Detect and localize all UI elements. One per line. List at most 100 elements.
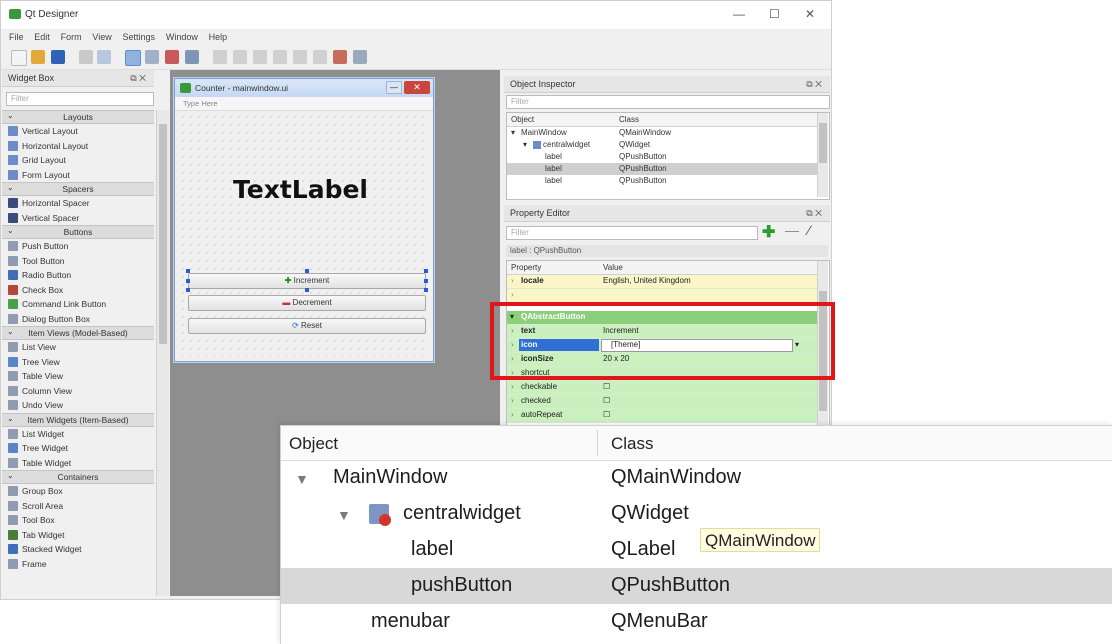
- copy-icon[interactable]: [79, 50, 93, 64]
- selection-handle[interactable]: [186, 279, 190, 283]
- property-editor-filter-input[interactable]: Filter: [506, 226, 758, 240]
- configure-wrench-icon[interactable]: ⁄: [808, 222, 810, 238]
- selection-handle[interactable]: [305, 269, 309, 273]
- col-class-header[interactable]: Class: [619, 115, 639, 124]
- property-row[interactable]: › autoRepeat ☐: [507, 409, 817, 423]
- form-minimize-button[interactable]: —: [386, 81, 402, 94]
- widget-category[interactable]: ⌄ Item Widgets (Item-Based): [2, 412, 154, 427]
- property-row[interactable]: ›: [507, 289, 817, 303]
- widget-item[interactable]: Column View: [2, 384, 154, 399]
- tree-row[interactable]: label QPushButton: [507, 163, 817, 175]
- widget-item[interactable]: Vertical Spacer: [2, 211, 154, 226]
- property-value[interactable]: ☐: [603, 382, 610, 391]
- break-layout-icon[interactable]: [333, 50, 347, 64]
- tree-row[interactable]: label QPushButton: [507, 175, 817, 187]
- property-row[interactable]: › checkable ☐: [507, 381, 817, 395]
- col-value-header[interactable]: Value: [603, 263, 623, 272]
- expand-arrow-icon[interactable]: ›: [511, 410, 514, 419]
- expand-arrow-icon[interactable]: ›: [511, 382, 514, 391]
- selection-handle[interactable]: [424, 279, 428, 283]
- remove-dynamic-property-icon[interactable]: —: [785, 222, 799, 238]
- decrement-button[interactable]: ▬ Decrement: [188, 295, 426, 311]
- widget-item[interactable]: Scroll Area: [2, 499, 154, 514]
- object-inspector-filter-input[interactable]: Filter: [506, 95, 830, 109]
- property-value[interactable]: English, United Kingdom: [603, 276, 691, 285]
- widget-item[interactable]: Frame: [2, 557, 154, 572]
- tree-row[interactable]: ▾ centralwidget QWidget: [507, 139, 817, 151]
- col-object-header[interactable]: Object: [511, 115, 534, 124]
- widget-item[interactable]: List View: [2, 340, 154, 355]
- reset-button[interactable]: ⟳ Reset: [188, 318, 426, 334]
- edit-signals-icon[interactable]: [145, 50, 159, 64]
- widget-item[interactable]: Command Link Button: [2, 297, 154, 312]
- expand-arrow-icon[interactable]: ›: [511, 276, 514, 285]
- selection-handle[interactable]: [424, 288, 428, 292]
- close-button[interactable]: ✕: [805, 7, 815, 21]
- widget-item[interactable]: Radio Button: [2, 268, 154, 283]
- tree-row[interactable]: ▾ MainWindow QMainWindow: [507, 127, 817, 139]
- menu-window[interactable]: Window: [166, 32, 198, 42]
- layout-splitter-h-icon[interactable]: [253, 50, 267, 64]
- widget-category[interactable]: ⌄ Buttons: [2, 225, 154, 239]
- widget-item[interactable]: Table View: [2, 369, 154, 384]
- widget-item[interactable]: Form Layout: [2, 168, 154, 183]
- layout-splitter-v-icon[interactable]: [273, 50, 287, 64]
- layout-vertical-icon[interactable]: [233, 50, 247, 64]
- widget-item[interactable]: Tree Widget: [2, 441, 154, 456]
- increment-button[interactable]: ✚ Increment: [188, 273, 426, 289]
- maximize-button[interactable]: ☐: [769, 7, 780, 21]
- zoomed-col-class-header[interactable]: Class: [611, 434, 654, 454]
- layout-form-icon[interactable]: [313, 50, 327, 64]
- widget-item[interactable]: Tool Box: [2, 513, 154, 528]
- selection-handle[interactable]: [424, 269, 428, 273]
- widget-item[interactable]: Horizontal Layout: [2, 139, 154, 154]
- property-value[interactable]: ☐: [603, 410, 610, 419]
- edit-buddies-icon[interactable]: [165, 50, 179, 64]
- edit-tab-order-icon[interactable]: [185, 50, 199, 64]
- menu-edit[interactable]: Edit: [34, 32, 50, 42]
- property-editor-dock-controls[interactable]: ⧉ ✕: [806, 208, 822, 219]
- menu-form[interactable]: Form: [61, 32, 82, 42]
- col-property-header[interactable]: Property: [511, 263, 541, 272]
- selection-handle[interactable]: [186, 269, 190, 273]
- widget-box-dock-controls[interactable]: ⧉ ✕: [130, 73, 146, 84]
- menu-settings[interactable]: Settings: [123, 32, 156, 42]
- widget-item[interactable]: List Widget: [2, 427, 154, 442]
- zoomed-tree-row[interactable]: pushButton QPushButton: [281, 568, 1112, 604]
- widget-category[interactable]: ⌄ Spacers: [2, 182, 154, 196]
- widget-category[interactable]: ⌄ Layouts: [2, 110, 154, 124]
- widget-item[interactable]: Table Widget: [2, 456, 154, 471]
- widget-item[interactable]: Stacked Widget: [2, 542, 154, 557]
- widget-item[interactable]: Undo View: [2, 398, 154, 413]
- selection-handle[interactable]: [305, 288, 309, 292]
- widget-item[interactable]: Push Button: [2, 239, 154, 254]
- widget-box-filter-input[interactable]: Filter: [6, 92, 154, 106]
- property-value[interactable]: ☐: [603, 396, 610, 405]
- object-inspector-scroll-thumb[interactable]: [819, 123, 827, 163]
- expand-arrow-icon[interactable]: ›: [511, 396, 514, 405]
- widget-item[interactable]: Tool Button: [2, 254, 154, 269]
- widget-item[interactable]: Group Box: [2, 484, 154, 499]
- zoomed-tree-row[interactable]: ▼ MainWindow QMainWindow: [281, 460, 1112, 496]
- new-form-icon[interactable]: [11, 50, 27, 66]
- zoomed-tree-row[interactable]: ▼ centralwidget QWidget: [281, 496, 1112, 532]
- expand-arrow-icon[interactable]: ▾: [523, 140, 527, 149]
- menu-view[interactable]: View: [92, 32, 111, 42]
- widget-box-scroll-thumb[interactable]: [159, 124, 167, 344]
- expand-arrow-icon[interactable]: ›: [511, 290, 514, 299]
- form-text-label[interactable]: TextLabel: [233, 175, 368, 204]
- layout-grid-icon[interactable]: [293, 50, 307, 64]
- edit-widgets-icon[interactable]: [125, 50, 141, 66]
- expand-arrow-icon[interactable]: ▼: [337, 507, 351, 523]
- widget-item[interactable]: Grid Layout: [2, 153, 154, 168]
- menu-help[interactable]: Help: [209, 32, 228, 42]
- property-row[interactable]: › locale English, United Kingdom: [507, 275, 817, 289]
- paste-icon[interactable]: [97, 50, 111, 64]
- widget-category[interactable]: ⌄ Containers: [2, 470, 154, 484]
- tree-row[interactable]: label QPushButton: [507, 151, 817, 163]
- expand-arrow-icon[interactable]: ▾: [511, 128, 515, 137]
- form-menubar[interactable]: Type Here: [175, 97, 433, 111]
- widget-item[interactable]: Tree View: [2, 355, 154, 370]
- widget-category[interactable]: ⌄ Item Views (Model-Based): [2, 326, 154, 340]
- zoomed-tree-row[interactable]: menubar QMenuBar: [281, 604, 1112, 640]
